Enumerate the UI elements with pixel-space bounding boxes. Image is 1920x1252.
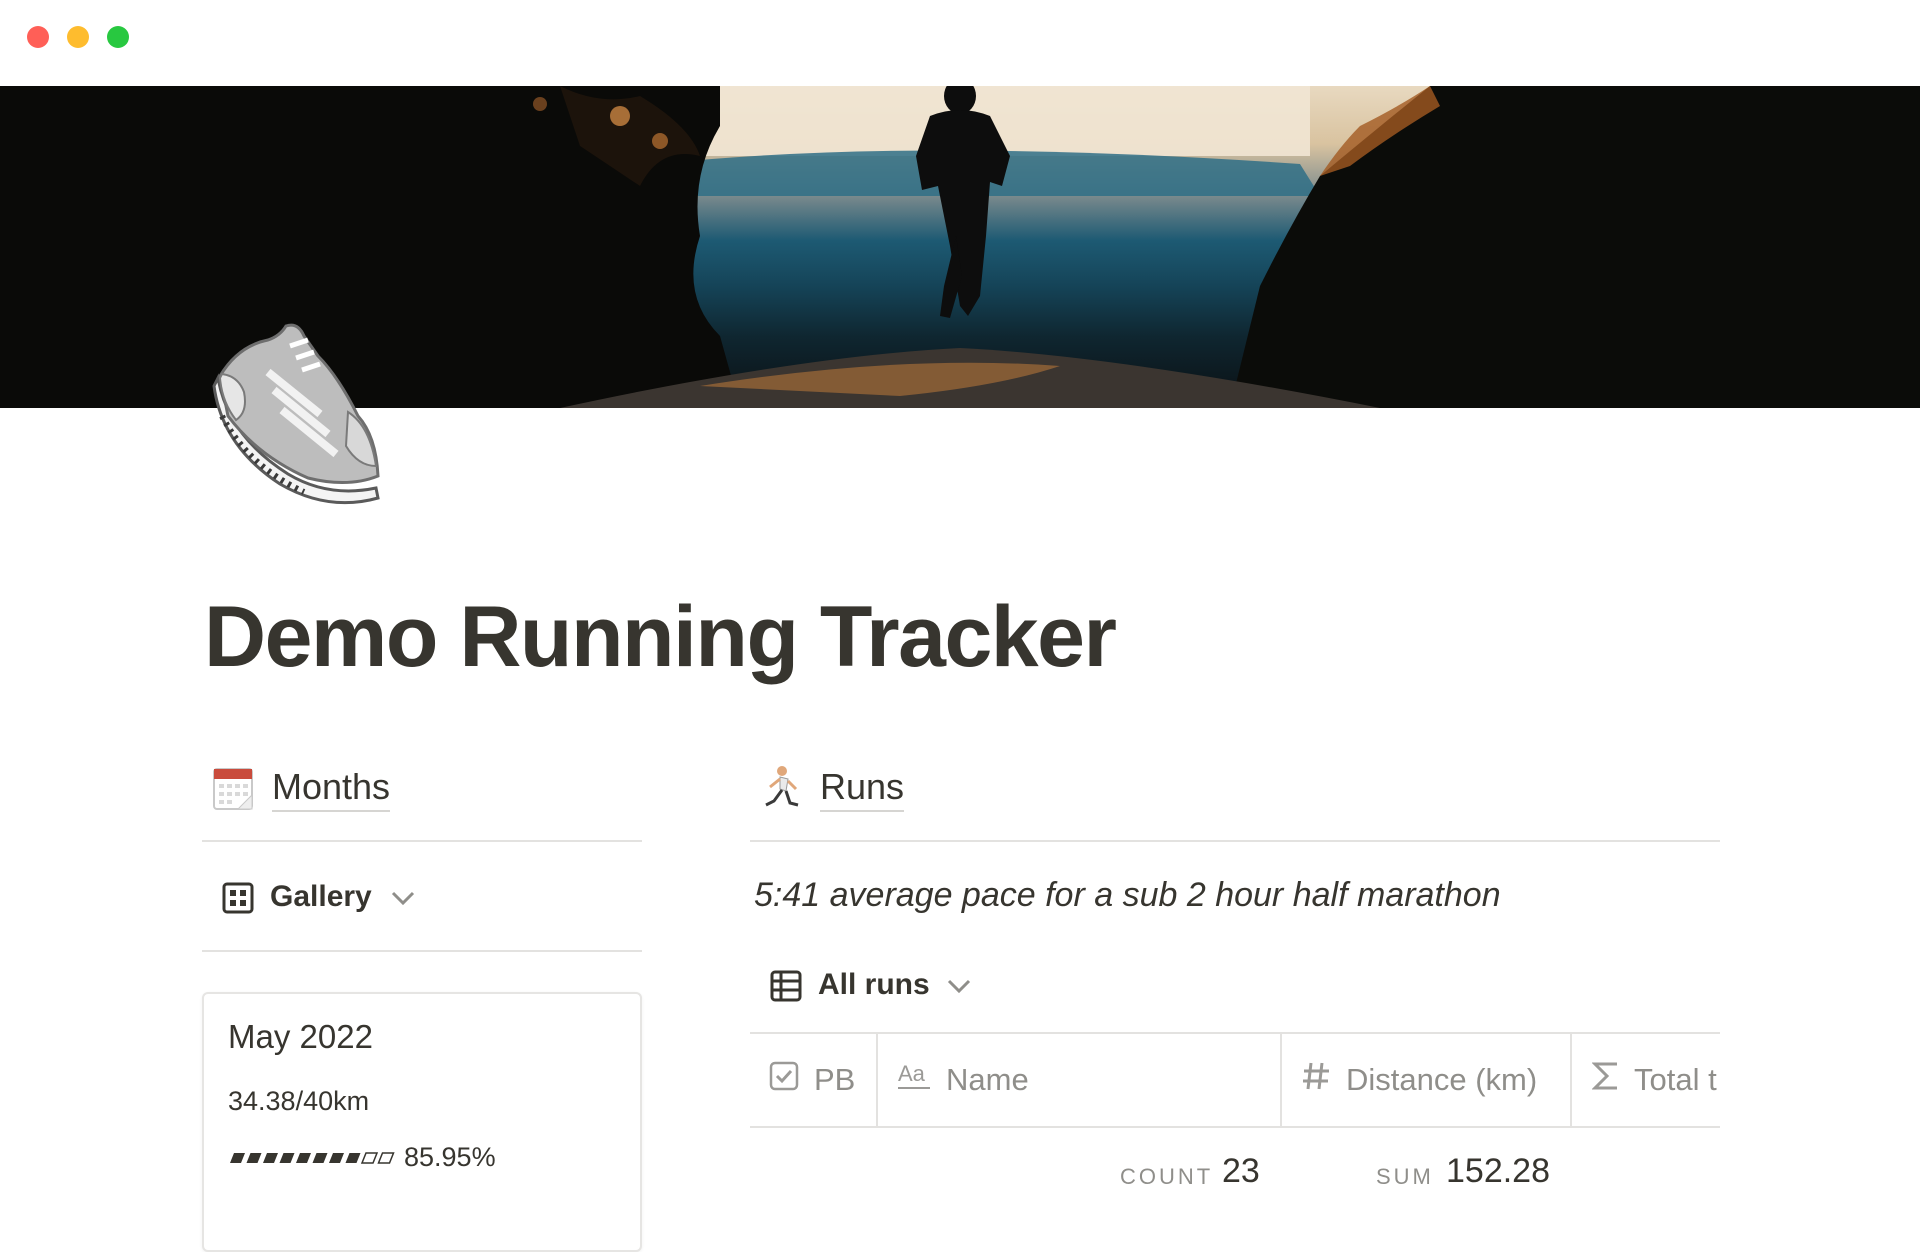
gallery-icon (222, 882, 254, 914)
number-icon (1300, 1060, 1332, 1100)
all-runs-view-label: All runs (818, 968, 930, 1001)
progress-segment-filled (345, 1152, 361, 1163)
page-title[interactable]: Demo Running Tracker (204, 588, 1117, 687)
all-runs-view-selector[interactable]: All runs (750, 952, 1720, 1032)
runner-icon (760, 765, 802, 811)
sum-caption: SUM (1376, 1164, 1434, 1189)
month-card-distance: 34.38/40km (228, 1086, 370, 1116)
column-header-distance[interactable]: Distance (km) (1282, 1034, 1572, 1126)
months-link[interactable]: Months (272, 766, 391, 812)
month-card-title: May 2022 (228, 1018, 373, 1055)
window-titlebar (0, 0, 1920, 86)
zoom-window-button[interactable] (107, 26, 129, 48)
column-label-pb: PB (814, 1062, 856, 1097)
progress-segment-filled (246, 1152, 262, 1163)
table-icon (770, 970, 802, 1002)
svg-text:Aa: Aa (898, 1061, 926, 1086)
column-label-distance: Distance (km) (1346, 1062, 1538, 1097)
calendar-icon (212, 765, 254, 811)
text-icon: Aa (898, 1061, 932, 1099)
progress-segment-filled (312, 1152, 328, 1163)
pace-quote: 5:41 average pace for a sub 2 hour half … (754, 876, 1501, 914)
months-header: Months (202, 752, 642, 842)
progress-segment-filled (329, 1152, 344, 1163)
column-label-name: Name (946, 1062, 1029, 1097)
month-card[interactable]: May 2022 34.38/40km 85.95% (202, 992, 642, 1252)
progress-segment-empty (377, 1151, 395, 1164)
progress-segment-filled (296, 1152, 311, 1163)
progress-segment-empty (360, 1151, 379, 1164)
checkbox-icon (768, 1060, 800, 1100)
chevron-down-icon (946, 976, 972, 996)
chevron-down-icon (390, 888, 416, 908)
count-caption: COUNT (1120, 1164, 1214, 1189)
close-window-button[interactable] (27, 26, 49, 48)
runs-table-header: PB Aa Name Distance (km) Total t (750, 1032, 1720, 1128)
minimize-window-button[interactable] (67, 26, 89, 48)
gallery-view-selector[interactable]: Gallery (202, 842, 642, 952)
column-header-name[interactable]: Aa Name (878, 1034, 1282, 1126)
running-shoe-icon[interactable] (208, 316, 388, 506)
column-label-total: Total t (1634, 1062, 1717, 1097)
sum-value[interactable]: 152.28 (1446, 1152, 1550, 1191)
column-header-total[interactable]: Total t (1572, 1034, 1720, 1126)
progress-segment-filled (230, 1152, 245, 1163)
column-header-pb[interactable]: PB (750, 1034, 878, 1126)
month-card-progress: 85.95% (228, 1142, 496, 1173)
progress-segment-filled (279, 1152, 295, 1163)
months-section: Months Gallery May 2022 34.38/40km 85.95… (202, 752, 642, 1252)
runs-table-summary: COUNT 23 SUM 152.28 (750, 1142, 1720, 1202)
sigma-icon (1591, 1060, 1620, 1100)
runs-link[interactable]: Runs (820, 766, 905, 812)
runs-section: Runs 5:41 average pace for a sub 2 hour … (750, 752, 1720, 1190)
month-card-progress-percent: 85.95% (404, 1142, 496, 1172)
progress-bar (230, 1151, 395, 1164)
count-value[interactable]: 23 (1222, 1152, 1260, 1191)
runs-header: Runs (750, 752, 1720, 842)
progress-segment-filled (263, 1152, 278, 1163)
gallery-view-label: Gallery (270, 880, 372, 913)
